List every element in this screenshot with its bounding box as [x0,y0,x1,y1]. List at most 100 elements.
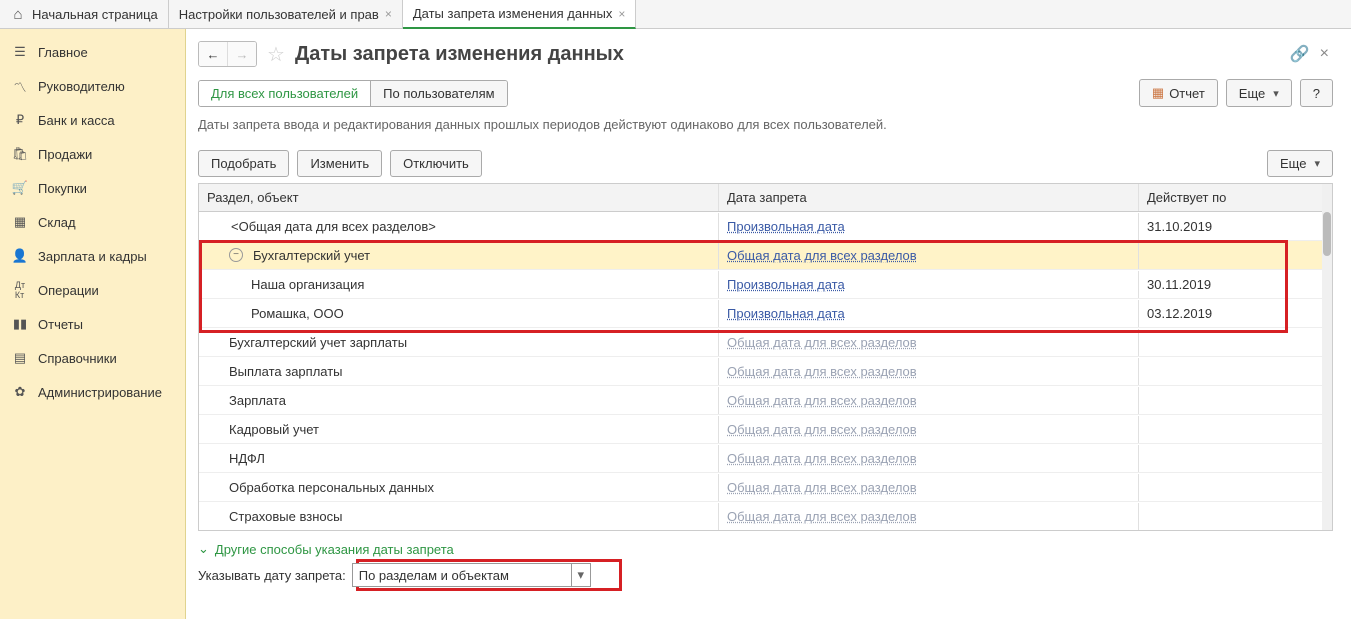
home-icon [10,6,26,22]
book-icon: ▤ [12,350,28,366]
date-link[interactable]: Общая дата для всех разделов [727,480,917,495]
sidebar-item-salary[interactable]: 👤Зарплата и кадры [0,239,185,273]
table-row[interactable]: Бухгалтерский учет зарплатыОбщая дата дл… [199,328,1332,357]
date-link[interactable]: Произвольная дата [727,277,845,292]
date-link[interactable]: Общая дата для всех разделов [727,509,917,524]
report-button[interactable]: ▦Отчет [1139,79,1218,107]
sidebar: ☰Главное 〽Руководителю ₽Банк и касса 🛍Пр… [0,29,186,619]
filter-all-users[interactable]: Для всех пользователей [199,81,370,106]
expander-other-ways[interactable]: ⌄ Другие способы указания даты запрета [198,541,1333,557]
sidebar-item-warehouse[interactable]: ▦Склад [0,205,185,239]
valid-until [1139,452,1332,464]
tab-home[interactable]: Начальная страница [0,0,169,28]
menu-icon: ☰ [12,44,28,60]
nav-buttons: ← → [198,41,257,67]
disable-button[interactable]: Отключить [390,150,482,177]
more-button[interactable]: Еще [1226,79,1292,107]
close-icon[interactable]: × [1316,45,1333,63]
user-filter: Для всех пользователей По пользователям [198,80,508,107]
tab-settings[interactable]: Настройки пользователей и прав × [169,0,403,28]
collapse-icon[interactable]: − [229,248,243,262]
valid-until [1139,510,1332,522]
gear-icon: ✿ [12,384,28,400]
row-name: Страховые взносы [229,509,342,524]
back-button[interactable]: ← [199,42,228,66]
date-link[interactable]: Общая дата для всех разделов [727,451,917,466]
sidebar-item-main[interactable]: ☰Главное [0,35,185,69]
table-row[interactable]: Кадровый учет Общая дата для всех раздело… [199,415,1332,444]
row-name: Бухгалтерский учет [253,248,370,263]
forward-button[interactable]: → [228,42,256,66]
report-icon: ▦ [1152,85,1164,101]
top-tabs: Начальная страница Настройки пользовател… [0,0,1351,29]
tab-dates[interactable]: Даты запрета изменения данных × [403,0,637,29]
table-header: Раздел, объект Дата запрета Действует по [199,184,1332,212]
table-row[interactable]: Страховые взносы Общая дата для всех разд… [199,502,1332,530]
date-link[interactable]: Общая дата для всех разделов [727,364,917,379]
chevron-down-icon[interactable]: ▾ [571,564,590,586]
table-row[interactable]: Наша организация Произвольная дата 30.11.2… [199,270,1332,299]
date-link[interactable]: Общая дата для всех разделов [727,393,917,408]
main-area: ← → ☆ Даты запрета изменения данных 🔗 × … [186,29,1351,619]
date-link[interactable]: Общая дата для всех разделов [727,335,917,350]
help-button[interactable]: ? [1300,79,1333,107]
sidebar-item-admin[interactable]: ✿Администрирование [0,375,185,409]
header-section[interactable]: Раздел, объект [199,184,719,211]
row-name: Наша организация [251,277,364,292]
row-name: НДФЛ [229,451,265,466]
table-row[interactable]: Обработка персональных данныхОбщая дата … [199,473,1332,502]
page-title: Даты запрета изменения данных [295,43,624,66]
valid-until: 03.12.2019 [1139,300,1332,327]
cart-icon: 🛒 [12,180,28,196]
link-icon[interactable]: 🔗 [1290,44,1310,64]
tab-label: Начальная страница [32,7,158,22]
close-icon[interactable]: × [618,7,625,21]
edit-button[interactable]: Изменить [297,150,382,177]
row-name: Кадровый учет [229,422,319,437]
valid-until [1139,423,1332,435]
table-row[interactable]: −Бухгалтерский учет Общая дата для всех р… [199,241,1332,270]
valid-until [1139,394,1332,406]
star-icon[interactable]: ☆ [265,43,287,65]
scrollbar[interactable] [1322,184,1332,530]
pick-button[interactable]: Подобрать [198,150,289,177]
sidebar-item-catalogs[interactable]: ▤Справочники [0,341,185,375]
row-name: <Общая дата для всех разделов> [231,219,436,234]
sidebar-item-purchases[interactable]: 🛒Покупки [0,171,185,205]
description-text: Даты запрета ввода и редактирования данн… [186,113,1351,142]
table-row[interactable]: ЗарплатаОбщая дата для всех разделов [199,386,1332,415]
date-link[interactable]: Общая дата для всех разделов [727,422,917,437]
date-link[interactable]: Произвольная дата [727,219,845,234]
tab-label: Настройки пользователей и прав [179,7,379,22]
row-name: Ромашка, ООО [251,306,344,321]
date-link[interactable]: Общая дата для всех разделов [727,248,917,263]
table-row[interactable]: Выплата зарплатыОбщая дата для всех разд… [199,357,1332,386]
filter-by-user[interactable]: По пользователям [370,81,506,106]
chart-icon: 〽 [12,78,28,94]
sidebar-item-reports[interactable]: ▮▮Отчеты [0,307,185,341]
table-row[interactable]: НДФЛ Общая дата для всех разделов [199,444,1332,473]
sidebar-item-sales[interactable]: 🛍Продажи [0,137,185,171]
valid-until [1139,365,1332,377]
select-label: Указывать дату запрета: [198,568,346,583]
close-icon[interactable]: × [385,7,392,21]
more-button-2[interactable]: Еще [1267,150,1333,177]
bag-icon: 🛍 [12,146,28,162]
date-mode-select[interactable]: По разделам и объектам ▾ [352,563,591,587]
header-date[interactable]: Дата запрета [719,184,1139,211]
sidebar-item-operations[interactable]: ДтКтОперации [0,273,185,307]
table: Раздел, объект Дата запрета Действует по… [198,183,1333,531]
sidebar-item-manager[interactable]: 〽Руководителю [0,69,185,103]
dtkt-icon: ДтКт [12,282,28,298]
header-until[interactable]: Действует по [1139,184,1332,211]
table-row[interactable]: Ромашка, ООО Произвольная дата 03.12.2019 [199,299,1332,328]
valid-until: 31.10.2019 [1139,213,1332,240]
valid-until [1139,481,1332,493]
ruble-icon: ₽ [12,112,28,128]
bars-icon: ▮▮ [12,316,28,332]
date-link[interactable]: Произвольная дата [727,306,845,321]
scrollbar-thumb[interactable] [1323,212,1331,256]
table-row[interactable]: <Общая дата для всех разделов> Произвольн… [199,212,1332,241]
valid-until: 30.11.2019 [1139,271,1332,298]
sidebar-item-bank[interactable]: ₽Банк и касса [0,103,185,137]
